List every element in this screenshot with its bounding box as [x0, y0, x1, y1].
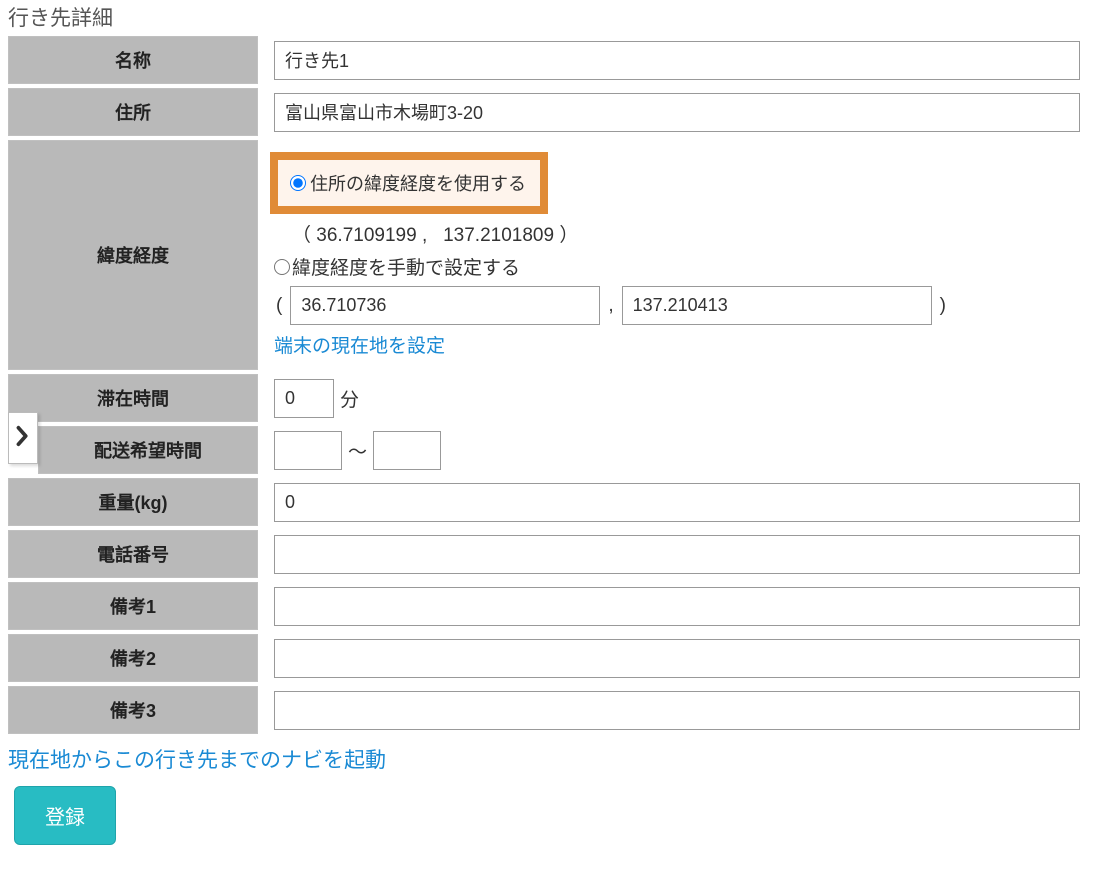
input-remark3[interactable]	[274, 691, 1080, 730]
row-remark3: 備考3	[8, 686, 1090, 734]
manual-comma: ,	[608, 295, 613, 317]
input-name[interactable]	[274, 41, 1080, 80]
submit-button[interactable]: 登録	[14, 786, 116, 845]
tilde: ～	[348, 437, 367, 464]
row-delivery-window: 配送希望時間 ～	[8, 426, 1090, 474]
input-stay-minutes[interactable]	[274, 379, 334, 418]
radio-manual-latlng[interactable]	[274, 259, 290, 275]
label-address: 住所	[8, 88, 258, 136]
paren-close-2: )	[940, 295, 946, 317]
link-launch-navigation[interactable]: 現在地からこの行き先までのナビを起動	[8, 744, 386, 774]
label-name: 名称	[8, 36, 258, 84]
row-stay: 滞在時間 分	[8, 374, 1090, 422]
input-manual-lng[interactable]	[622, 286, 932, 325]
input-address[interactable]	[274, 93, 1080, 132]
link-set-current-location[interactable]: 端末の現在地を設定	[274, 331, 445, 358]
page-title: 行き先詳細	[8, 2, 1090, 32]
paren-open-2: (	[276, 295, 282, 317]
input-delivery-to[interactable]	[373, 431, 441, 470]
input-weight[interactable]	[274, 483, 1080, 522]
label-remark3: 備考3	[8, 686, 258, 734]
paren-open: （	[292, 225, 311, 246]
row-weight: 重量(kg)	[8, 478, 1090, 526]
label-delivery-window: 配送希望時間	[38, 426, 258, 474]
row-remark2: 備考2	[8, 634, 1090, 682]
row-remark1: 備考1	[8, 582, 1090, 630]
label-phone: 電話番号	[8, 530, 258, 578]
auto-comma: ,	[422, 225, 427, 246]
form-table: 名称 住所 緯度経度 住所の緯度経度を使用する （ 36.7109199 ,	[8, 36, 1090, 734]
auto-lat: 36.7109199	[316, 225, 416, 246]
row-name: 名称	[8, 36, 1090, 84]
radio-manual-latlng-label: 緯度経度を手動で設定する	[292, 253, 520, 280]
radio-use-address-latlng[interactable]	[290, 175, 306, 191]
row-phone: 電話番号	[8, 530, 1090, 578]
row-latlng: 緯度経度 住所の緯度経度を使用する （ 36.7109199 , 137.210…	[8, 140, 1090, 370]
label-latlng: 緯度経度	[8, 140, 258, 370]
chevron-right-icon	[15, 425, 31, 452]
auto-lng: 137.2101809	[443, 225, 554, 246]
label-remark2: 備考2	[8, 634, 258, 682]
manual-latlng-row: ( , )	[276, 286, 946, 325]
label-stay: 滞在時間	[8, 374, 258, 422]
input-manual-lat[interactable]	[290, 286, 600, 325]
input-remark2[interactable]	[274, 639, 1080, 678]
sidebar-expand-handle[interactable]	[8, 412, 38, 464]
paren-close: ）	[559, 225, 578, 246]
minutes-suffix: 分	[340, 385, 359, 412]
input-remark1[interactable]	[274, 587, 1080, 626]
latlng-auto-display: （ 36.7109199 , 137.2101809 ）	[274, 220, 578, 247]
radio-use-address-latlng-label: 住所の緯度経度を使用する	[310, 170, 526, 196]
row-address: 住所	[8, 88, 1090, 136]
input-phone[interactable]	[274, 535, 1080, 574]
input-delivery-from[interactable]	[274, 431, 342, 470]
label-weight: 重量(kg)	[8, 478, 258, 526]
highlight-use-address-latlng: 住所の緯度経度を使用する	[270, 152, 548, 214]
label-remark1: 備考1	[8, 582, 258, 630]
